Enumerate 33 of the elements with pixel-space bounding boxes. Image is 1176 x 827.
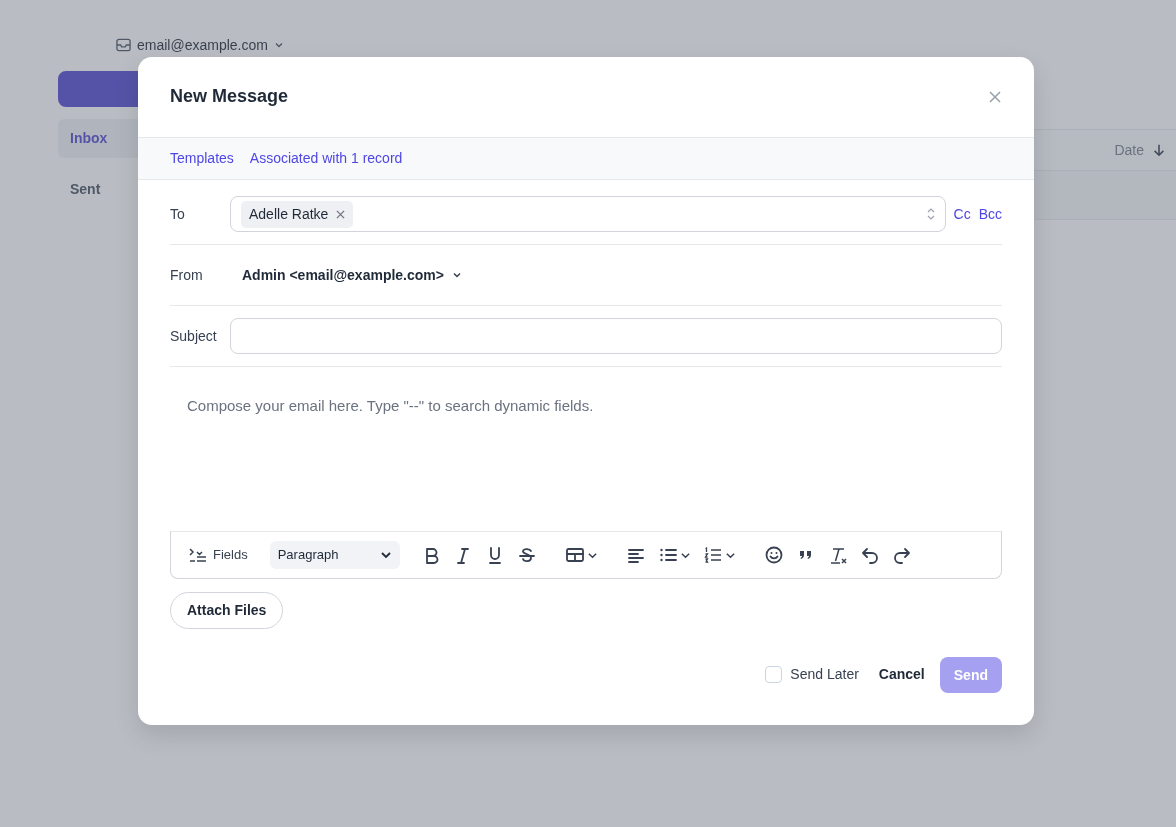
sender-dropdown[interactable]: Admin <email@example.com> [242, 264, 462, 286]
fields-button[interactable]: Fields [189, 545, 248, 565]
sort-arrow-icon[interactable] [1152, 143, 1166, 157]
cancel-button[interactable]: Cancel [878, 656, 925, 693]
block-style-dropdown[interactable]: Paragraph [269, 541, 400, 569]
redo-icon [891, 545, 912, 565]
account-name: email@example.com [137, 35, 268, 55]
chevron-down-icon[interactable] [273, 40, 284, 50]
link[interactable]: Associated with 1 record [249, 148, 403, 169]
attach-files-button[interactable]: Attach Files [170, 592, 284, 629]
caret-icon [379, 549, 392, 561]
checkbox[interactable] [765, 666, 783, 683]
subject-field[interactable] [230, 318, 1002, 354]
table-icon [564, 545, 585, 565]
smiley-icon [763, 545, 784, 565]
fields-icon [189, 547, 207, 563]
strikethrough-icon [516, 545, 537, 565]
undo-icon [859, 545, 880, 565]
inbox-icon [116, 38, 131, 52]
checkbox-label: Send Later [790, 665, 859, 684]
link[interactable]: Templates [170, 148, 234, 169]
recipient-chip[interactable]: Adelle Ratke [241, 200, 354, 228]
remove-icon[interactable] [336, 209, 346, 219]
field-label: To [170, 204, 186, 224]
field-label: From [170, 265, 204, 285]
dialog-title: New Message [170, 86, 289, 108]
sort-icon [926, 208, 935, 220]
link[interactable]: Bcc [978, 203, 1002, 225]
recipient-field[interactable]: Adelle Ratke [230, 196, 946, 232]
link[interactable]: Cc [953, 203, 971, 225]
numbered-list-icon [702, 545, 723, 565]
caret-icon [451, 270, 462, 280]
field-label: Subject [170, 326, 218, 346]
